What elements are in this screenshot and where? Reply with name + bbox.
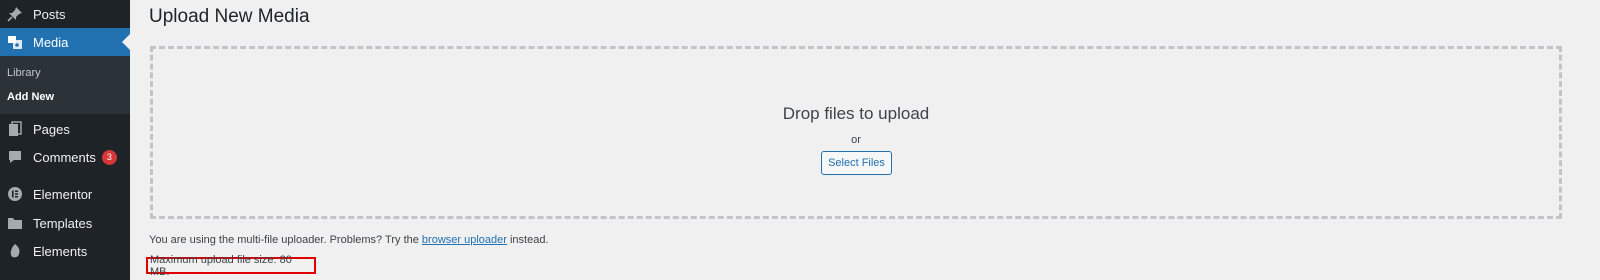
- comment-icon: [6, 148, 24, 166]
- select-files-button[interactable]: Select Files: [821, 151, 892, 175]
- elementor-icon: [6, 185, 24, 203]
- sidebar-item-templates[interactable]: Templates: [0, 209, 130, 237]
- sidebar-item-media[interactable]: Media: [0, 28, 130, 56]
- media-submenu: Library Add New: [0, 56, 130, 114]
- submenu-item-library[interactable]: Library: [7, 67, 41, 79]
- drop-zone-or-text: or: [851, 134, 861, 146]
- sidebar-item-label: Comments: [33, 149, 96, 165]
- sidebar-item-label: Media: [33, 34, 69, 50]
- sidebar-item-label: Templates: [33, 215, 93, 231]
- sidebar-item-posts[interactable]: Posts: [0, 0, 130, 28]
- sidebar-item-label: Elementor: [33, 186, 93, 202]
- uploader-info-text: You are using the multi-file uploader. P…: [149, 234, 549, 246]
- media-icon: [6, 33, 24, 51]
- sidebar-item-label: Pages: [33, 121, 70, 137]
- max-upload-size-text: Maximum upload file size: 80 MB.: [146, 254, 316, 278]
- sidebar-item-elements[interactable]: Elements: [0, 237, 130, 265]
- comments-count-badge: 3: [101, 149, 117, 165]
- current-indicator-arrow: [122, 34, 130, 50]
- elements-icon: [6, 242, 24, 260]
- sidebar-item-elementor[interactable]: Elementor: [0, 180, 130, 208]
- uploader-info-suffix: instead.: [509, 234, 549, 246]
- sidebar-item-pages[interactable]: Pages: [0, 115, 130, 143]
- uploader-info-prefix: You are using the multi-file uploader. P…: [149, 234, 419, 246]
- admin-sidebar: Posts Media Library Add New Pages Commen…: [0, 0, 130, 280]
- sidebar-item-label: Elements: [33, 243, 88, 259]
- sidebar-item-label: Posts: [33, 6, 66, 22]
- submenu-item-add-new[interactable]: Add New: [7, 91, 54, 103]
- pages-icon: [6, 120, 24, 138]
- folder-icon: [6, 214, 24, 232]
- drop-zone-title: Drop files to upload: [782, 104, 930, 123]
- page-title: Upload New Media: [149, 6, 310, 27]
- pushpin-icon: [6, 5, 24, 23]
- browser-uploader-link[interactable]: browser uploader: [422, 234, 507, 246]
- sidebar-item-comments[interactable]: Comments 3: [0, 143, 130, 171]
- file-drop-zone[interactable]: Drop files to upload or Select Files: [150, 46, 1562, 219]
